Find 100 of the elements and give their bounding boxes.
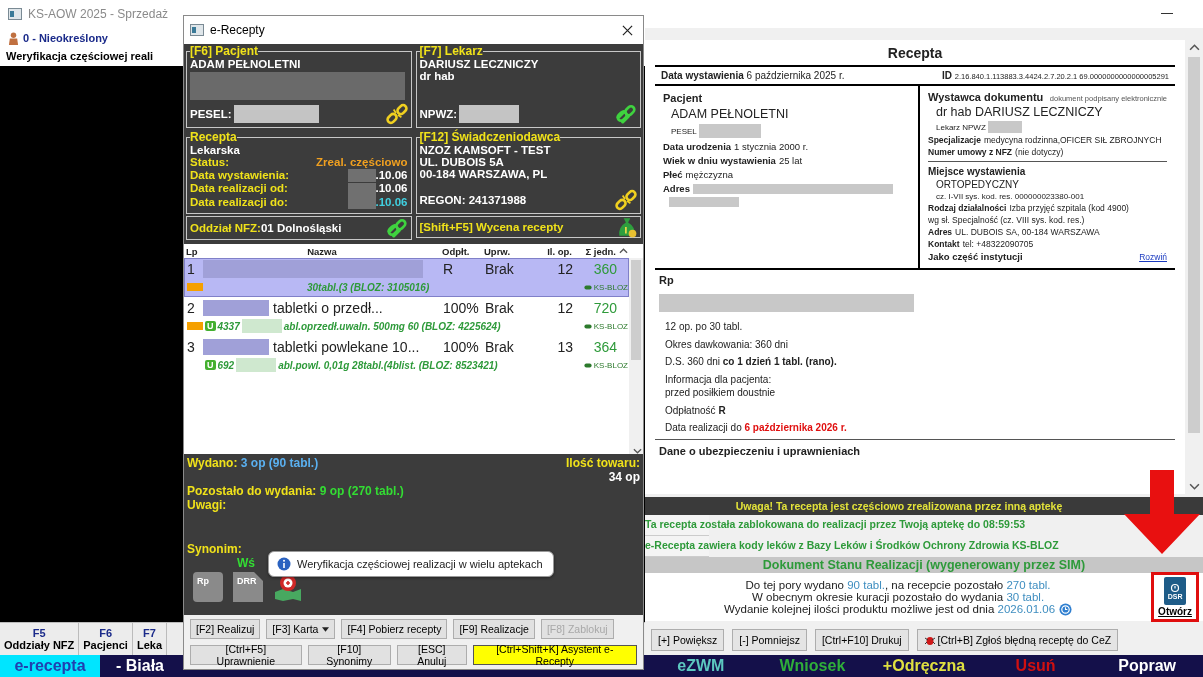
user-label: 0 - Nieokreślony	[23, 32, 108, 44]
bottom-tab[interactable]: eZWM	[645, 655, 757, 677]
column-header[interactable]: Σ jedn.	[572, 245, 616, 257]
column-header[interactable]: Il. op.	[536, 245, 572, 257]
toolbar-button[interactable]: [Ctrl+F10] Drukuj	[814, 629, 909, 651]
money-bag-icon	[617, 216, 637, 238]
field-text: Kontakt tel: +48322090705	[928, 239, 1035, 249]
scrollbar-thumb[interactable]	[1188, 57, 1200, 434]
scroll-up-icon[interactable]	[1188, 44, 1200, 51]
table-cell-text: 100%	[443, 339, 480, 355]
scrollbar-thumb[interactable]	[631, 260, 641, 360]
message-text: Dokument Stanu Realizacji (wygenerowany przez SIM)	[762, 558, 1086, 573]
patient-info-text: Informacja dla pacjenta: przed posiłkiem doustnie	[664, 372, 776, 400]
scrollbar[interactable]	[1185, 40, 1203, 495]
drug-detail: abl.oprzedł.uwaln. 500mg 60 (BLOZ: 4225624)	[283, 320, 501, 332]
column-header[interactable]: Nazwa	[202, 245, 442, 257]
redacted-block	[669, 197, 739, 207]
toolbar-button[interactable]: [Ctrl+B] Zgłoś błędną receptę do CeZ	[916, 629, 1119, 651]
toolbar-button[interactable]: [-] Pomniejsz	[732, 629, 807, 651]
column-header[interactable]: Uprw.	[484, 245, 536, 257]
field-text: Numer umowy z NFZ (nie dotyczy)	[928, 147, 1065, 157]
dialog-title: e-Recepty	[210, 23, 265, 37]
drug-row[interactable]: 2 tabletki o przedł... 100% Brak 12 720 U 4337 abl.oprzedł.uwaln. 500mg 60 (BLOZ: 4225624) KS-BLOZ	[184, 297, 629, 336]
pricing-button[interactable]: [Shift+F5] Wycena recepty	[415, 216, 641, 238]
dialog-button[interactable]: [F4] Pobierz recepty	[341, 619, 448, 639]
drug-detail: 30tabl.(3 (BLOZ: 3105016)	[307, 281, 430, 293]
table-cell-text: R	[443, 261, 455, 277]
field-text: Specjalizacje medycyna rodzinna,OFICER SIŁ ZBROJNYCH	[928, 135, 1163, 145]
section-title[interactable]: [F6] Pacjent	[190, 44, 258, 58]
dsr-text: Wydanie kolejnej ilości produktu możliwe jest od dnia 2026.01.06	[724, 603, 1056, 616]
bottom-tab[interactable]: Wniosek	[756, 655, 869, 677]
message-text: Ta recepta została zablokowana do realizacji przez Twoją aptekę do 08:59:53	[645, 518, 1026, 531]
section-heading: Dane o ubezpieczeniu i uprawnieniach	[658, 443, 862, 459]
notice-text: Weryfikacja częściowej reali	[6, 50, 154, 64]
drug-code: 4337	[217, 320, 240, 332]
stock-value: 34 op	[607, 470, 640, 484]
bottom-tab[interactable]: e-recepta	[0, 655, 100, 677]
section-heading: Wystawca dokumentu	[928, 91, 1044, 103]
synonym-label: Synonim:	[187, 542, 243, 556]
source-label: KS-BLOZ	[593, 360, 628, 370]
dialog-button[interactable]: [Ctrl+F5] Uprawnienie	[190, 645, 302, 665]
drug-row[interactable]: 1 R Brak 12 360 30tabl.(3 (BLOZ: 3105016) KS-BLOZ	[184, 258, 629, 297]
nfz-text: Oddział NFZ:01 Dolnośląski	[190, 222, 342, 234]
field-text: Data urodzenia 1 stycznia 2000 r.	[663, 141, 810, 152]
field-value: .10.06	[375, 169, 408, 183]
scroll-down-icon[interactable]	[1188, 483, 1200, 491]
close-icon[interactable]	[622, 24, 633, 36]
doctor-degree: dr hab	[419, 70, 456, 82]
redacted-block	[459, 105, 520, 123]
minimize-icon[interactable]	[1161, 13, 1173, 15]
payment-text: Odpłatność R	[664, 403, 726, 417]
dsr-text: W obecnym okresie kuracji pozostało do wydania 30 tabl.	[752, 590, 1045, 603]
section-title[interactable]: [F12] Świadczeniodawca	[419, 130, 561, 144]
dialog-button[interactable]: [Ctrl+Shift+K] Asystent e-Recepty	[472, 645, 637, 665]
app-icon	[190, 24, 204, 36]
dialog-button[interactable]: [F10] Synonimy	[307, 645, 391, 665]
field-value: .10.06	[375, 182, 408, 196]
issuer-name: dr hab DARIUSZ LECZNICZY	[935, 105, 1104, 119]
field-text: Adres UL. DUBOIS SA, 00-184 WARSZAWA	[928, 227, 1101, 237]
toolbar-button[interactable]: [+] Powiększ	[651, 629, 725, 651]
dialog-button[interactable]: [F3] Karta	[266, 619, 336, 639]
redacted-block	[987, 121, 1022, 133]
clock-icon	[1059, 602, 1073, 616]
dialog-button[interactable]: [F2] Realizuj	[190, 619, 261, 639]
pill-icon	[583, 284, 592, 290]
drug-detail: abl.powl. 0,01g 28tabl.(4blist. (BLOZ: 8523421)	[278, 359, 498, 371]
field-value: Zreal. częściowo	[316, 156, 408, 170]
dosage-text: 12 op. po 30 tabl.	[664, 320, 743, 334]
section-heading: Pacjent	[663, 92, 704, 104]
table-cell-text: 2	[187, 300, 196, 316]
pesel-label: PESEL	[671, 126, 697, 136]
column-header[interactable]: Lp	[186, 245, 202, 257]
provider-line: 00-184 WARSZAWA, PL	[419, 168, 549, 180]
place-code: cz. I-VII sys. kod. res. 000000023380-001	[935, 192, 1086, 201]
provider-line: NZOZ KAMSOFT - TEST	[419, 144, 552, 156]
bottom-tab[interactable]: - Biała	[100, 655, 180, 677]
institution-label: Jako część instytucji	[928, 251, 1023, 262]
notes-label: Uwagi:	[187, 498, 228, 512]
dialog-button[interactable]: [F9] Realizacje	[453, 619, 535, 639]
table-cell-text: Brak	[485, 339, 515, 355]
pill-icon	[583, 362, 592, 368]
message-text: e-Recepta zawiera kody leków z Bazy Leków i Środków Ochrony Zdrowia KS-BLOZ	[645, 539, 1059, 552]
bottom-tab[interactable]: +Odręczna	[868, 655, 980, 677]
dosage-text: Okres dawkowania: 360 dni	[664, 337, 788, 351]
dialog-button[interactable]: [ESC] Anuluj	[396, 645, 467, 665]
expand-link[interactable]: Rozwiń	[1139, 252, 1167, 262]
scroll-up-icon[interactable]	[619, 248, 628, 254]
section-title[interactable]: [F7] Lekarz	[419, 44, 483, 58]
person-icon	[8, 31, 19, 45]
dsr-text: Do tej pory wydano 90 tabl., na recepcie pozostało 270 tabl.	[745, 578, 1051, 591]
activity-note: wg sł. Specjalność (cz. VIII sys. kod. res.)	[928, 215, 1086, 225]
table-cell-text: Brak	[485, 300, 515, 316]
scroll-down-icon[interactable]	[633, 448, 642, 454]
drug-row[interactable]: 3 tabletki powlekane 10... 100% Brak 13 364 U 692 abl.powl. 0,01g 28tabl.(4blist. (BLOZ: 8523421) KS-BLOZ	[184, 336, 629, 375]
stock-label: Ilość towaru:	[566, 456, 640, 470]
redacted-block	[698, 124, 761, 138]
column-header[interactable]: Odpłt.	[442, 245, 484, 257]
scrollbar[interactable]	[629, 258, 643, 454]
redacted-block	[203, 300, 269, 316]
bottom-tab[interactable]: Popraw	[1091, 655, 1203, 677]
